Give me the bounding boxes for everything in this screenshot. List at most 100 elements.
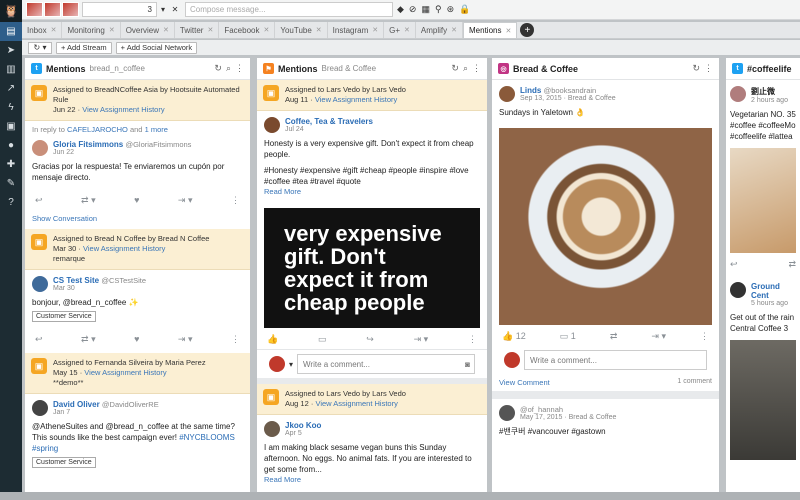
tab-amplify[interactable]: Amplify ✕ (416, 22, 464, 38)
camera-icon[interactable]: ◙ (465, 360, 470, 369)
reply-icon[interactable]: ↩ (35, 195, 43, 206)
search-icon[interactable]: ⌕ (463, 63, 468, 74)
post-hashtags[interactable]: #밴쿠버 #vancouver #gastown (499, 426, 712, 437)
like-icon[interactable]: ♥ (134, 195, 139, 206)
retweet-icon[interactable]: ⇄ ▾ (81, 195, 96, 206)
assign-icon[interactable]: ⇥ ▾ (178, 334, 193, 345)
hashtag-link[interactable]: #NYCBLOOMS (179, 433, 235, 442)
tab-monitoring[interactable]: Monitoring ✕ (62, 22, 121, 38)
avatar[interactable] (32, 140, 48, 156)
reply-user-link[interactable]: CAFELJAROCHO (67, 125, 128, 134)
like-icon[interactable]: 👍 12 (502, 331, 526, 342)
wrench-icon[interactable]: ✎ (0, 174, 22, 193)
more-icon[interactable]: ⋮ (704, 63, 713, 74)
tag-icon[interactable]: ◆ (397, 4, 404, 15)
assign-icon[interactable]: ⇥ ▾ (414, 334, 429, 345)
refresh-icon[interactable]: ↻ (451, 63, 459, 74)
add-social-network-button[interactable]: + Add Social Network (115, 41, 198, 54)
close-icon[interactable]: ✕ (372, 26, 378, 34)
post-date[interactable]: Jan 7 (53, 409, 159, 416)
author-name[interactable]: 劉止微 (751, 87, 775, 96)
view-assignment-history-link[interactable]: View Assignment History (84, 368, 166, 377)
help-icon[interactable]: ? (0, 193, 22, 212)
analytics-icon[interactable]: ▥ (0, 60, 22, 79)
chevron-down-icon[interactable]: ▾ (157, 5, 169, 14)
view-assignment-history-link[interactable]: View Assignment History (315, 95, 397, 104)
reply-more-link[interactable]: 1 more (145, 125, 168, 134)
avatar[interactable] (264, 117, 280, 133)
author-name[interactable]: Ground Cent (751, 282, 796, 300)
close-icon[interactable]: ✕ (163, 26, 169, 34)
tab-facebook[interactable]: Facebook ✕ (219, 22, 276, 38)
view-assignment-history-link[interactable]: View Assignment History (83, 244, 165, 253)
author-name[interactable]: Coffee, Tea & Travelers (285, 117, 373, 126)
more-icon[interactable]: ⋮ (231, 334, 240, 345)
refresh-button[interactable]: ↻ ▾ (28, 41, 52, 54)
attach-icon[interactable]: ⊘ (409, 4, 417, 15)
avatar[interactable] (730, 86, 746, 102)
assign-icon[interactable]: ⇥ ▾ (178, 195, 193, 206)
tab-twitter[interactable]: Twitter ✕ (175, 22, 220, 38)
profile-avatar[interactable] (44, 2, 61, 17)
share-icon[interactable]: ⇄ (610, 331, 618, 342)
comment-icon[interactable]: ▭ 1 (560, 331, 576, 342)
post-date[interactable]: Mar 30 (53, 285, 146, 292)
close-icon[interactable]: ✕ (404, 26, 410, 34)
tab-gplus[interactable]: G+ ✕ (384, 22, 416, 38)
tab-mentions[interactable]: Mentions ✕ (463, 22, 518, 38)
bulb-icon[interactable]: ● (0, 136, 22, 155)
assign-icon[interactable]: ⇥ ▾ (651, 331, 666, 342)
avatar[interactable] (264, 421, 280, 437)
chevron-down-icon[interactable]: ▾ (289, 360, 293, 369)
post-date[interactable]: Jun 22 (53, 149, 191, 156)
quote-image[interactable]: very expensive gift. Don't expect it fro… (264, 208, 480, 328)
compose-input[interactable]: Compose message... (185, 2, 393, 17)
like-icon[interactable]: ♥ (134, 334, 139, 345)
avatar[interactable] (32, 400, 48, 416)
search-icon[interactable]: ⌕ (226, 63, 231, 74)
show-conversation-link[interactable]: Show Conversation (32, 214, 97, 223)
view-comment-link[interactable]: View Comment (499, 378, 550, 387)
clipboard-icon[interactable]: ▣ (0, 117, 22, 136)
post-date[interactable]: Jul 24 (285, 126, 373, 133)
privacy-icon[interactable]: ⊛ (447, 4, 455, 15)
author-name[interactable]: Gloria Fitsimmons (53, 140, 123, 149)
share-icon[interactable]: ↪ (366, 334, 374, 345)
reply-icon[interactable]: ↩ (35, 334, 43, 345)
post-date[interactable]: 5 hours ago (751, 300, 796, 307)
latte-photo[interactable] (499, 128, 712, 325)
post-hashtags[interactable]: #Honesty #expensive #gift #cheap #people… (264, 165, 480, 187)
view-assignment-history-link[interactable]: View Assignment History (82, 105, 164, 114)
more-icon[interactable]: ⋮ (700, 331, 709, 342)
comment-input[interactable]: Write a comment... (524, 350, 707, 370)
selected-count[interactable]: 3 (82, 2, 157, 17)
close-icon[interactable]: ✕ (451, 26, 457, 34)
view-assignment-history-link[interactable]: View Assignment History (315, 399, 397, 408)
post-photo[interactable] (730, 148, 796, 253)
read-more-link[interactable]: Read More (264, 187, 480, 196)
tag-badge[interactable]: Customer Service (32, 311, 96, 322)
reply-icon[interactable]: ↩ (730, 259, 738, 270)
tab-overview[interactable]: Overview ✕ (121, 22, 175, 38)
hashtag-link[interactable]: #spring (32, 444, 58, 453)
post-photo[interactable] (730, 340, 796, 460)
send-icon[interactable]: ➤ (0, 41, 22, 60)
close-icon[interactable]: ✕ (51, 26, 57, 34)
avatar[interactable] (32, 276, 48, 292)
retweet-icon[interactable]: ⇄ ▾ (81, 334, 96, 345)
post-hashtags[interactable]: #coffee #coffeeMo (730, 120, 796, 131)
post-date[interactable]: Sep 13, 2015 · Bread & Coffee (520, 95, 616, 102)
author-name[interactable]: Linds (520, 86, 541, 95)
retweet-icon[interactable]: ⇄ (788, 259, 796, 270)
lightning-icon[interactable]: ϟ (0, 98, 22, 117)
refresh-icon[interactable]: ↻ (692, 63, 700, 74)
refresh-icon[interactable]: ↻ (214, 63, 222, 74)
more-icon[interactable]: ⋮ (468, 334, 477, 345)
avatar[interactable] (499, 405, 515, 421)
more-icon[interactable]: ⋮ (472, 63, 481, 74)
add-stream-button[interactable]: + Add Stream (56, 41, 112, 54)
comment-icon[interactable]: ▭ (318, 334, 327, 345)
avatar[interactable] (730, 282, 746, 298)
tag-badge[interactable]: Customer Service (32, 457, 96, 468)
author-name[interactable]: CS Test Site (53, 276, 99, 285)
